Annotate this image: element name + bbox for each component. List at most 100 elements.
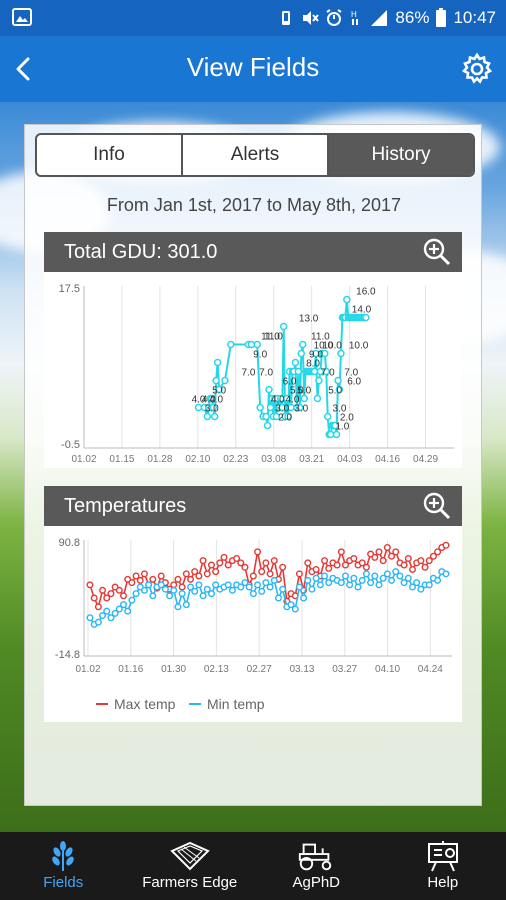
gdu-data-point bbox=[294, 367, 303, 376]
gdu-data-point bbox=[326, 430, 335, 439]
zoom-in-icon[interactable] bbox=[422, 237, 452, 267]
gdu-data-label: 2.0 bbox=[340, 413, 354, 424]
gdu-data-point bbox=[263, 421, 272, 430]
gdu-data-label: 5.0 bbox=[212, 386, 226, 397]
min-temp-point bbox=[245, 583, 253, 591]
x-tick-label: 02.13 bbox=[204, 664, 229, 675]
max-temp-point bbox=[149, 575, 157, 583]
gdu-data-label: 7.0 bbox=[241, 368, 255, 379]
max-temp-point bbox=[295, 570, 303, 578]
nav-fields[interactable]: Fields bbox=[0, 832, 127, 900]
gdu-data-label: 6.0 bbox=[347, 377, 361, 388]
gdu-data-label: 10.0 bbox=[349, 341, 369, 352]
min-temp-point bbox=[367, 579, 375, 587]
gdu-data-label: 11.0 bbox=[264, 332, 283, 343]
y-tick-label: 17.5 bbox=[59, 283, 80, 295]
min-temp-point bbox=[199, 592, 207, 600]
gdu-data-point bbox=[262, 412, 270, 421]
min-temp-point bbox=[346, 581, 354, 589]
max-temp-point bbox=[325, 564, 333, 572]
max-temp-point bbox=[220, 553, 228, 561]
min-temp-point bbox=[354, 583, 362, 591]
gdu-data-label: 16.0 bbox=[356, 287, 376, 298]
x-tick-label: 04.03 bbox=[337, 454, 362, 465]
max-temp-point bbox=[333, 561, 341, 569]
min-temp-point bbox=[270, 576, 278, 584]
tab-alerts[interactable]: Alerts bbox=[183, 135, 329, 175]
tab-info[interactable]: Info bbox=[37, 135, 183, 175]
status-bar: H 86% 10:47 bbox=[0, 0, 506, 36]
min-temp-point bbox=[291, 605, 299, 613]
min-temp-point bbox=[362, 570, 370, 578]
min-temp-point bbox=[161, 585, 169, 593]
max-temp-point bbox=[279, 563, 287, 571]
min-temp-point bbox=[224, 581, 232, 589]
gdu-data-label: 7.0 bbox=[259, 368, 273, 379]
tab-history[interactable]: History bbox=[329, 135, 473, 175]
min-temp-point bbox=[94, 618, 102, 626]
gdu-data-label: 5.0 bbox=[297, 386, 311, 397]
x-tick-label: 04.16 bbox=[375, 454, 400, 465]
max-temp-point bbox=[371, 553, 379, 561]
max-temp-point bbox=[170, 581, 178, 589]
x-tick-label: 01.16 bbox=[118, 664, 143, 675]
image-notification-icon bbox=[12, 8, 32, 26]
max-temp-point bbox=[392, 548, 400, 556]
min-temp-point bbox=[149, 592, 157, 600]
min-temp-point bbox=[341, 572, 349, 580]
max-temp-point bbox=[115, 586, 123, 594]
min-temp-point bbox=[86, 614, 94, 622]
min-temp-point bbox=[413, 579, 421, 587]
gdu-data-label: 14.0 bbox=[352, 305, 372, 316]
temperature-card-header: Temperatures bbox=[44, 486, 462, 526]
nav-help[interactable]: Help bbox=[380, 832, 506, 900]
nav-agphd-label: AgPhD bbox=[292, 874, 341, 891]
gdu-data-point bbox=[299, 340, 307, 349]
nav-help-label: Help bbox=[427, 874, 459, 891]
gdu-data-point bbox=[334, 376, 342, 385]
min-temp-point bbox=[388, 576, 396, 584]
zoom-in-icon[interactable] bbox=[422, 491, 452, 521]
temperature-card: Temperatures 01.02 01.16 01.30 02.13 02.27 03… bbox=[44, 486, 462, 722]
x-tick-label: 03.08 bbox=[261, 454, 286, 465]
tractor-icon bbox=[296, 838, 336, 874]
nav-farmers-edge-label: Farmers Edge bbox=[142, 874, 238, 891]
gdu-data-point bbox=[213, 358, 222, 367]
min-temp-point bbox=[266, 583, 274, 591]
nav-agphd[interactable]: AgPhD bbox=[253, 832, 380, 900]
gdu-data-label: 7.0 bbox=[321, 368, 335, 379]
min-temp-point bbox=[404, 574, 412, 582]
min-temp-point bbox=[166, 592, 174, 600]
min-temp-point bbox=[145, 581, 153, 589]
clock: 10:47 bbox=[453, 8, 496, 27]
x-tick-label: 04.29 bbox=[413, 454, 438, 465]
nav-farmers-edge[interactable]: Farmers Edge bbox=[127, 832, 254, 900]
max-temp-point bbox=[262, 559, 270, 567]
min-temp-point bbox=[321, 572, 329, 580]
legend-label: Max temp bbox=[114, 696, 176, 712]
gdu-data-label: 9.0 bbox=[253, 350, 267, 361]
max-temp-point bbox=[207, 561, 215, 569]
max-temp-point bbox=[312, 565, 320, 573]
temperature-chart: 01.02 01.16 01.30 02.13 02.27 03.13 03.27 04.10… bbox=[55, 537, 452, 712]
battery-percent: 86% bbox=[395, 8, 430, 27]
gdu-data-point bbox=[212, 376, 220, 385]
gdu-data-point bbox=[279, 322, 288, 331]
gdu-data-label: 5.0 bbox=[328, 386, 342, 397]
gear-icon[interactable] bbox=[460, 52, 494, 86]
x-tick-label: 01.02 bbox=[75, 664, 100, 675]
min-temp-point bbox=[191, 587, 199, 595]
max-temp-point bbox=[99, 586, 107, 594]
max-temp-point bbox=[128, 579, 136, 587]
max-temp-point bbox=[157, 572, 165, 580]
max-temp-point bbox=[241, 563, 249, 571]
max-temp-point bbox=[337, 548, 345, 556]
max-temp-point bbox=[187, 575, 195, 583]
gdu-data-point bbox=[323, 412, 332, 421]
max-temp-point bbox=[120, 592, 128, 600]
min-temp-point bbox=[434, 576, 442, 584]
max-temp-point bbox=[266, 570, 274, 578]
x-tick-label: 02.23 bbox=[223, 454, 248, 465]
min-temp-point bbox=[182, 601, 190, 609]
gdu-card: Total GDU: 301.0 01.02 01.15 01.28 02.10 02.… bbox=[44, 232, 462, 468]
